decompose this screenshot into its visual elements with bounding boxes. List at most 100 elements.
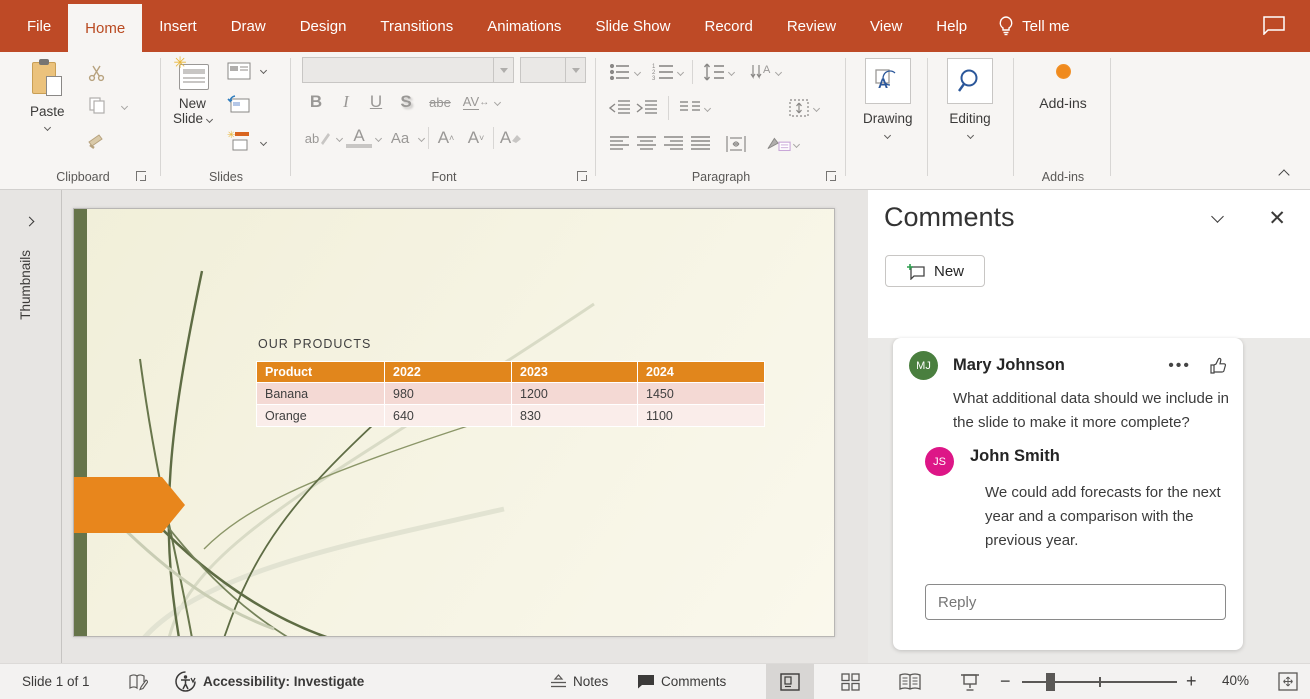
expand-thumbnails-chevron[interactable] [25,217,35,227]
addins-button[interactable]: Add-ins [1028,64,1098,111]
format-painter-button[interactable] [86,132,106,155]
line-spacing-chevron[interactable] [728,68,735,75]
drawing-button[interactable]: A Drawing [863,58,913,138]
comments-button[interactable]: Comments [637,664,726,699]
font-color-chevron[interactable] [375,134,382,141]
slide-show-button[interactable] [946,664,994,699]
character-spacing-chevron[interactable] [494,98,501,105]
section-button[interactable]: ✳ [227,130,251,157]
font-color-button[interactable]: A [346,128,372,148]
reading-view-button[interactable] [886,664,934,699]
zoom-slider-thumb[interactable] [1046,673,1055,691]
tab-home[interactable]: Home [68,4,142,52]
slide-sorter-view-button[interactable] [826,664,874,699]
numbering-icon[interactable]: 123 [651,60,675,84]
align-text-chevron[interactable] [813,104,820,111]
zoom-level[interactable]: 40% [1222,673,1249,688]
new-slide-button[interactable]: ✳ New Slide [173,60,212,126]
arrow-shape[interactable] [74,477,186,533]
tab-animations[interactable]: Animations [470,0,578,52]
normal-view-button[interactable] [766,664,814,699]
strikethrough-button[interactable]: abe [423,90,457,114]
tab-review[interactable]: Review [770,0,853,52]
highlight-chevron[interactable] [336,134,343,141]
table-cell[interactable]: 830 [512,405,638,427]
comment-card[interactable]: MJ Mary Johnson ••• What additional data… [893,338,1243,650]
reset-button[interactable] [227,94,251,119]
accessibility-status[interactable]: Accessibility: Investigate [203,664,364,699]
table-cell[interactable]: 980 [385,383,512,405]
tab-record[interactable]: Record [687,0,769,52]
fit-slide-to-window-button[interactable] [1278,672,1298,694]
underline-button[interactable]: U [363,90,389,114]
editing-button[interactable]: Editing [947,58,993,138]
paste-button[interactable]: Paste [30,60,65,130]
thumbnails-pane-collapsed[interactable]: Thumbnails [0,190,62,663]
grow-font-button[interactable]: A˄ [433,126,459,150]
table-header-2023[interactable]: 2023 [512,362,638,383]
tab-view[interactable]: View [853,0,919,52]
bold-button[interactable]: B [303,90,329,114]
line-spacing-icon[interactable] [702,60,726,84]
text-direction-chevron[interactable] [775,68,782,75]
decrease-indent-icon[interactable] [608,96,632,120]
collapse-ribbon-chevron[interactable] [1278,169,1289,180]
smartart-icon[interactable] [767,132,791,156]
table-cell[interactable]: 1450 [638,383,765,405]
font-name-combo[interactable] [302,57,514,83]
new-comment-button[interactable]: New [885,255,985,287]
character-spacing-button[interactable]: AV↔ [461,90,491,114]
font-dialog-launcher[interactable] [577,171,587,181]
products-table[interactable]: Product 2022 2023 2024 Banana 980 1200 1… [256,361,765,427]
text-direction-icon[interactable]: A [749,60,773,84]
add-remove-columns-icon[interactable] [724,132,748,156]
tab-slide-show[interactable]: Slide Show [578,0,687,52]
align-left-icon[interactable] [608,132,632,156]
copy-dropdown-chevron[interactable] [121,103,128,110]
comments-panel-chevron-down-icon[interactable] [1211,210,1224,223]
columns-icon[interactable] [678,96,702,120]
table-cell[interactable]: 640 [385,405,512,427]
section-dropdown-chevron[interactable] [260,139,267,146]
layout-dropdown-chevron[interactable] [260,67,267,74]
table-cell[interactable]: 1100 [638,405,765,427]
comments-panel-close-icon[interactable]: ✕ [1268,208,1286,229]
spell-check-icon[interactable] [128,664,148,699]
tab-draw[interactable]: Draw [214,0,283,52]
paragraph-dialog-launcher[interactable] [826,171,836,181]
columns-chevron[interactable] [704,104,711,111]
table-cell[interactable]: Banana [257,383,385,405]
align-right-icon[interactable] [662,132,686,156]
shrink-font-button[interactable]: A˅ [463,126,489,150]
slide-title[interactable]: OUR PRODUCTS [258,337,371,351]
table-header-2022[interactable]: 2022 [385,362,512,383]
tab-help[interactable]: Help [919,0,984,52]
justify-icon[interactable] [689,132,713,156]
table-cell[interactable]: 1200 [512,383,638,405]
font-size-combo[interactable] [520,57,586,83]
table-cell[interactable]: Orange [257,405,385,427]
comments-toggle-icon[interactable] [1262,15,1286,40]
copy-button[interactable] [88,96,106,119]
layout-button[interactable] [227,62,251,85]
numbering-chevron[interactable] [677,68,684,75]
change-case-chevron[interactable] [418,134,425,141]
text-shadow-button[interactable]: S [393,90,419,114]
like-icon[interactable] [1209,357,1227,375]
clipboard-dialog-launcher[interactable] [136,171,146,181]
smartart-chevron[interactable] [793,140,800,147]
zoom-in-button[interactable]: + [1186,671,1197,692]
highlight-button[interactable]: ab [303,126,333,150]
clear-formatting-button[interactable]: A [498,126,524,150]
table-header-2024[interactable]: 2024 [638,362,765,383]
tell-me-button[interactable]: Tell me [984,0,1084,52]
increase-indent-icon[interactable] [635,96,659,120]
comment-more-options-icon[interactable]: ••• [1168,357,1191,375]
italic-button[interactable]: I [333,90,359,114]
tab-design[interactable]: Design [283,0,364,52]
tab-insert[interactable]: Insert [142,0,214,52]
notes-button[interactable]: Notes [550,664,608,699]
slide-canvas[interactable]: OUR PRODUCTS Product 2022 2023 2024 Bana… [73,208,835,637]
align-center-icon[interactable] [635,132,659,156]
bullets-chevron[interactable] [634,68,641,75]
